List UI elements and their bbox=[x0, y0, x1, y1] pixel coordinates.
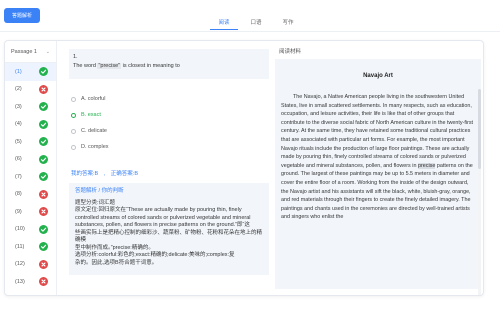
reading-label: 阅读材料 bbox=[279, 49, 302, 55]
passage-label: Passage 1 bbox=[11, 48, 37, 55]
option-c[interactable]: C. delicate bbox=[69, 123, 269, 139]
reading-passage[interactable]: Navajo Art The Navajo, a Native American… bbox=[275, 59, 481, 289]
question-keyword: "precise" bbox=[97, 63, 122, 69]
question-prefix: The word bbox=[73, 63, 96, 69]
sidebar-question-item[interactable]: (12) bbox=[5, 256, 56, 274]
option-letter: D. bbox=[81, 144, 87, 150]
analysis-line: 选项分析:colorful:彩色的;exact:精确的;delicate:美味的… bbox=[75, 252, 235, 258]
sidebar-question-item[interactable]: (2) bbox=[5, 81, 56, 99]
question-list: (1) (2) (3) (4) (5) (6) (7) (8) (9) (10) (11) (12) (… bbox=[5, 63, 56, 291]
question-number-label: (9) bbox=[15, 208, 22, 215]
question-number-label: (7) bbox=[15, 173, 22, 180]
question-number: 1. bbox=[73, 54, 78, 60]
analysis-line: 型中制作而成。”precise:精确的。 bbox=[75, 244, 154, 251]
option-letter: A. bbox=[81, 96, 87, 102]
radio-icon bbox=[71, 128, 76, 134]
x-circle-icon bbox=[39, 189, 48, 199]
question-number-label: (10) bbox=[15, 226, 25, 233]
sidebar-question-item[interactable]: (10) bbox=[5, 221, 56, 239]
radio-icon bbox=[71, 112, 76, 118]
question-number-label: (4) bbox=[15, 121, 22, 128]
analysis-box: 答题解析 / 你的判断 题型分类:词汇题 原文定位:回归原文在“These ar… bbox=[69, 183, 269, 275]
option-letter: C. bbox=[81, 128, 87, 134]
review-card: Passage 1 ⌄ (1) (2) (3) (4) (5) (6) (7) (8) (9)(… bbox=[4, 40, 484, 296]
options-list: A. colorful B. exact C. delicate D. comp… bbox=[69, 91, 269, 155]
chevron-down-icon: ⌄ bbox=[45, 48, 50, 55]
tabs-divider bbox=[0, 31, 500, 32]
question-number-label: (11) bbox=[15, 243, 25, 250]
analysis-line: 题型分类:词汇题 bbox=[75, 199, 116, 206]
correct-answer: 正确答案:B bbox=[110, 171, 138, 177]
scrollbar-thumb[interactable] bbox=[478, 89, 481, 169]
option-text: delicate bbox=[88, 128, 107, 134]
reading-panel: 阅读材料 Navajo Art The Navajo, a Native Ame… bbox=[275, 41, 481, 295]
option-text: complex bbox=[88, 144, 109, 150]
analysis-line: substances, pollen, and flowers in preci… bbox=[75, 222, 250, 228]
question-number-label: (13) bbox=[15, 278, 25, 285]
check-circle-icon bbox=[39, 224, 48, 234]
question-number-label: (3) bbox=[15, 103, 22, 110]
passage-text: The Navajo, a Native American people liv… bbox=[281, 94, 474, 169]
sidebar-question-item[interactable]: (3) bbox=[5, 98, 56, 116]
passage-highlight: precise bbox=[417, 162, 436, 169]
analysis-label: 答题解析 / 你的判断 bbox=[75, 188, 124, 194]
analysis-line: 些画实际上是把精心控制的细彩沙、蔬菜粉、矿物粉、花粉和花朵在地上的精确模 bbox=[75, 229, 263, 244]
check-circle-icon bbox=[39, 119, 48, 129]
passage-body: The Navajo, a Native American people liv… bbox=[281, 93, 475, 222]
tab-reading[interactable]: 阅读 bbox=[210, 18, 238, 30]
passage-text: patterns on the ground. The largest of t… bbox=[281, 162, 473, 221]
question-panel: 1. The word "precise" is closest in mean… bbox=[69, 49, 269, 275]
my-answer: 我的答案:B bbox=[71, 171, 99, 177]
check-circle-icon bbox=[39, 172, 48, 182]
question-stem: 1. The word "precise" is closest in mean… bbox=[69, 49, 269, 79]
question-number-label: (5) bbox=[15, 138, 22, 145]
check-circle-icon bbox=[39, 154, 48, 164]
question-sidebar: Passage 1 ⌄ (1) (2) (3) (4) (5) (6) (7) (8) (9)(… bbox=[5, 41, 57, 295]
analysis-line: controlled streams of colored sands or p… bbox=[75, 214, 251, 221]
sidebar-question-item[interactable]: (7) bbox=[5, 168, 56, 186]
sidebar-question-item[interactable]: (9) bbox=[5, 203, 56, 221]
radio-icon bbox=[71, 144, 76, 150]
question-number-label: (1) bbox=[15, 68, 22, 75]
x-circle-icon bbox=[39, 207, 48, 217]
sidebar-question-item[interactable]: (4) bbox=[5, 116, 56, 134]
check-circle-icon bbox=[39, 102, 48, 112]
answer-summary: 我的答案:B , 正确答案:B bbox=[69, 169, 269, 177]
check-circle-icon bbox=[39, 137, 48, 147]
question-number-label: (2) bbox=[15, 86, 22, 93]
x-circle-icon bbox=[39, 259, 48, 269]
question-number-label: (12) bbox=[15, 261, 25, 268]
tab-writing[interactable]: 写作 bbox=[274, 18, 302, 30]
check-circle-icon bbox=[39, 67, 48, 77]
option-d[interactable]: D. complex bbox=[69, 139, 269, 155]
passage-title: Navajo Art bbox=[363, 73, 393, 79]
question-number-label: (8) bbox=[15, 191, 22, 198]
option-text: colorful bbox=[87, 96, 106, 102]
section-tabs: 阅读 口语 写作 bbox=[210, 18, 306, 30]
scrollbar[interactable] bbox=[478, 89, 481, 295]
tab-speaking[interactable]: 口语 bbox=[242, 18, 270, 30]
back-to-analysis-button[interactable]: 答题解析 bbox=[4, 8, 40, 23]
passage-select[interactable]: Passage 1 ⌄ bbox=[5, 41, 56, 63]
radio-icon bbox=[71, 96, 76, 102]
check-circle-icon bbox=[39, 242, 48, 252]
question-number-label: (6) bbox=[15, 156, 22, 163]
sidebar-question-item[interactable]: (5) bbox=[5, 133, 56, 151]
option-letter: B. bbox=[81, 112, 87, 118]
option-b[interactable]: B. exact bbox=[69, 107, 269, 123]
sidebar-question-item[interactable]: (1) bbox=[5, 63, 56, 81]
sidebar-question-item[interactable]: (11) bbox=[5, 238, 56, 256]
analysis-line: 杂的。因此,选项B符合题干词意。 bbox=[75, 259, 158, 266]
option-a[interactable]: A. colorful bbox=[69, 91, 269, 107]
question-suffix: is closest in meaning to bbox=[122, 63, 180, 69]
sidebar-question-item[interactable]: (13) bbox=[5, 273, 56, 291]
sidebar-question-item[interactable]: (6) bbox=[5, 151, 56, 169]
separator: , bbox=[103, 171, 106, 177]
x-circle-icon bbox=[39, 84, 48, 94]
x-circle-icon bbox=[39, 277, 48, 287]
sidebar-question-item[interactable]: (8) bbox=[5, 186, 56, 204]
analysis-line: 原文定位:回归原文在“These are actually made by po… bbox=[75, 207, 242, 213]
option-text: exact bbox=[87, 112, 101, 118]
